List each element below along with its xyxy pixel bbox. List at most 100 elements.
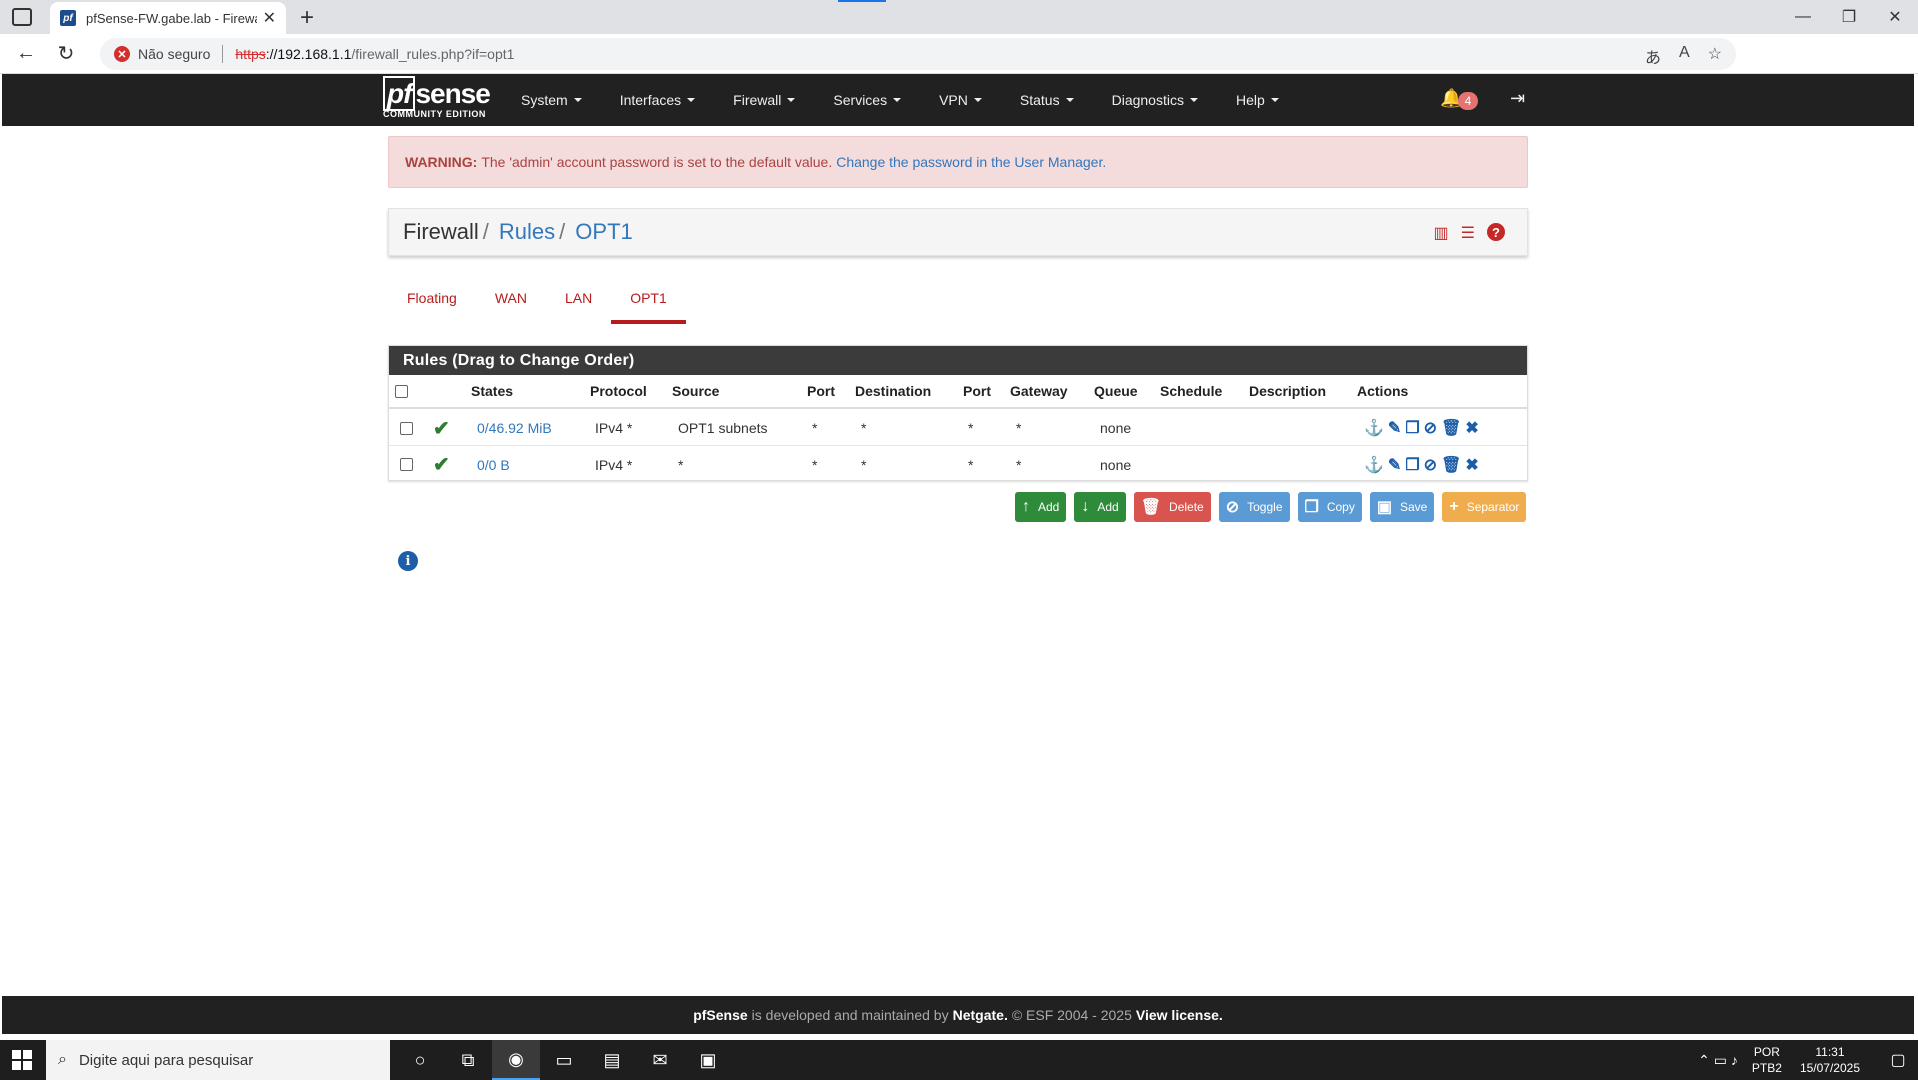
footer-copyright: © ESF 2004 - 2025 — [1011, 1007, 1132, 1023]
select-all-checkbox[interactable] — [395, 385, 408, 398]
translate-icon[interactable]: あ — [1645, 44, 1661, 68]
edit-pencil-icon[interactable]: ✎ — [1388, 418, 1401, 438]
reload-icon[interactable]: ↻ — [46, 34, 86, 74]
windows-start-icon[interactable] — [12, 1050, 32, 1070]
col-protocol: Protocol — [590, 383, 647, 399]
help-icon[interactable]: ? — [1487, 223, 1505, 241]
col-port: Port — [807, 383, 835, 399]
arrow-down-icon: ↓ — [1081, 498, 1090, 515]
menu-help[interactable]: Help — [1217, 74, 1298, 126]
interface-tabs: Floating WAN LAN OPT1 — [388, 280, 686, 324]
save-button[interactable]: ▣ Save — [1369, 492, 1435, 522]
menu-diagnostics[interactable]: Diagnostics — [1093, 74, 1217, 126]
rule-enabled-check-icon[interactable]: ✔ — [433, 416, 450, 441]
disable-ban-icon[interactable]: ⊘ — [1424, 418, 1437, 438]
back-arrow-icon[interactable]: ← — [6, 34, 46, 74]
file-explorer-icon[interactable]: ▭ — [540, 1040, 588, 1080]
rule-checkbox[interactable] — [400, 458, 413, 471]
menu-system[interactable]: System — [502, 74, 601, 126]
delete-trash-icon[interactable]: 🗑 — [1441, 418, 1461, 438]
view-license-link[interactable]: View license. — [1136, 1007, 1223, 1023]
caret-down-icon — [1065, 98, 1074, 102]
address-bar[interactable]: ✕ Não seguro https ://192.168.1.1 /firew… — [100, 38, 1736, 70]
favorite-star-icon[interactable]: ☆ — [1708, 44, 1722, 68]
close-window-icon[interactable]: ✕ — [1872, 0, 1918, 34]
rule-enabled-check-icon[interactable]: ✔ — [433, 452, 450, 477]
disable-ban-icon[interactable]: ⊘ — [1424, 455, 1437, 475]
edge-browser-icon[interactable]: ◉ — [492, 1040, 540, 1080]
rule-source: OPT1 subnets — [678, 420, 768, 436]
copy-clone-icon[interactable]: ❐ — [1405, 455, 1419, 475]
tray-icons[interactable]: ⌃ ▭ ♪ — [1698, 1052, 1738, 1069]
info-icon[interactable]: i — [398, 551, 418, 571]
browser-tab-active[interactable]: pf pfSense-FW.gabe.lab - Firewall: R ✕ — [50, 2, 286, 34]
rule-states[interactable]: 0/0 B — [477, 457, 510, 473]
minimize-icon[interactable]: — — [1780, 0, 1826, 34]
col-actions: Actions — [1357, 383, 1409, 399]
tab-lan[interactable]: LAN — [546, 280, 611, 324]
menu-vpn[interactable]: VPN — [920, 74, 1001, 126]
cortana-icon[interactable]: ○ — [396, 1040, 444, 1080]
mail-icon[interactable]: ✉ — [636, 1040, 684, 1080]
footer-company-link[interactable]: Netgate. — [953, 1007, 1008, 1023]
breadcrumb-firewall: Firewall — [403, 219, 479, 244]
rule-states[interactable]: 0/46.92 MiB — [477, 420, 552, 436]
rule-gateway: * — [1016, 420, 1022, 436]
status-chart-icon[interactable]: ▥ — [1434, 223, 1449, 243]
pfsense-logo[interactable]: pf sense COMMUNITY EDITION — [383, 76, 493, 121]
anchor-icon[interactable]: ⚓ — [1364, 418, 1384, 438]
add-top-button[interactable]: ↑ Add — [1015, 492, 1067, 522]
menu-interfaces[interactable]: Interfaces — [601, 74, 714, 126]
caret-down-icon — [893, 98, 902, 102]
logout-icon[interactable]: ⇥ — [1510, 88, 1525, 109]
url-divider — [222, 45, 224, 63]
task-view-icon[interactable]: ⧉ — [444, 1040, 492, 1080]
separator-button[interactable]: + Separator — [1442, 492, 1527, 522]
remove-x-icon[interactable]: ✖ — [1465, 455, 1478, 475]
restore-icon[interactable]: ❐ — [1826, 0, 1872, 34]
table-row[interactable]: ✔ 0/0 B IPv4 * * * * * * none ⚓ ✎ ❐ ⊘ 🗑 … — [389, 447, 1527, 482]
url-host: ://192.168.1.1 — [265, 46, 352, 62]
not-secure-icon: ✕ — [114, 46, 130, 62]
input-language[interactable]: POR PTB2 — [1752, 1044, 1782, 1076]
add-bottom-button[interactable]: ↓ Add — [1074, 492, 1126, 522]
taskbar-search[interactable]: ⌕ Digite aqui para pesquisar — [46, 1040, 390, 1080]
notification-center-icon[interactable]: ▢ — [1878, 1050, 1918, 1070]
store-icon[interactable]: ▤ — [588, 1040, 636, 1080]
copy-button[interactable]: ❐ Copy — [1297, 492, 1362, 522]
read-aloud-icon[interactable]: A — [1679, 44, 1690, 68]
tab-floating[interactable]: Floating — [388, 280, 476, 324]
footer-text: is developed and maintained by — [751, 1007, 949, 1023]
col-description: Description — [1249, 383, 1327, 399]
table-row[interactable]: ✔ 0/46.92 MiB IPv4 * OPT1 subnets * * * … — [389, 411, 1527, 446]
menu-firewall[interactable]: Firewall — [714, 74, 814, 126]
tab-wan[interactable]: WAN — [476, 280, 546, 324]
new-tab-icon[interactable]: + — [300, 4, 314, 32]
anchor-icon[interactable]: ⚓ — [1364, 455, 1384, 475]
delete-button[interactable]: 🗑 Delete — [1133, 492, 1211, 522]
caret-down-icon — [573, 98, 582, 102]
edit-pencil-icon[interactable]: ✎ — [1388, 455, 1401, 475]
toggle-button[interactable]: ⊘ Toggle — [1218, 492, 1290, 522]
copy-clone-icon[interactable]: ❐ — [1405, 418, 1419, 438]
breadcrumb-rules[interactable]: Rules — [499, 219, 555, 245]
tab-opt1[interactable]: OPT1 — [611, 280, 686, 324]
change-password-link[interactable]: Change the password in the User Manager. — [836, 154, 1106, 170]
rule-destination: * — [861, 420, 867, 436]
log-list-icon[interactable]: ☰ — [1461, 223, 1475, 243]
menu-services[interactable]: Services — [814, 74, 920, 126]
rule-destination: * — [861, 456, 867, 473]
rule-checkbox[interactable] — [400, 422, 413, 435]
tab-close-icon[interactable]: ✕ — [263, 8, 276, 28]
remote-desktop-icon[interactable]: ▣ — [684, 1040, 732, 1080]
breadcrumb-opt1[interactable]: OPT1 — [575, 219, 632, 245]
remove-x-icon[interactable]: ✖ — [1465, 418, 1478, 438]
notification-count-badge[interactable]: 4 — [1458, 92, 1478, 110]
rule-actions: ⚓ ✎ ❐ ⊘ 🗑 ✖ — [1364, 418, 1479, 438]
sidebar-toggle-icon[interactable] — [12, 8, 32, 26]
menu-status[interactable]: Status — [1001, 74, 1093, 126]
delete-trash-icon[interactable]: 🗑 — [1441, 455, 1461, 475]
system-tray: ⌃ ▭ ♪ POR PTB2 11:31 15/07/2025 ▢ — [1698, 1040, 1918, 1080]
system-clock[interactable]: 11:31 15/07/2025 — [1800, 1044, 1860, 1076]
arrow-up-icon: ↑ — [1022, 498, 1030, 515]
